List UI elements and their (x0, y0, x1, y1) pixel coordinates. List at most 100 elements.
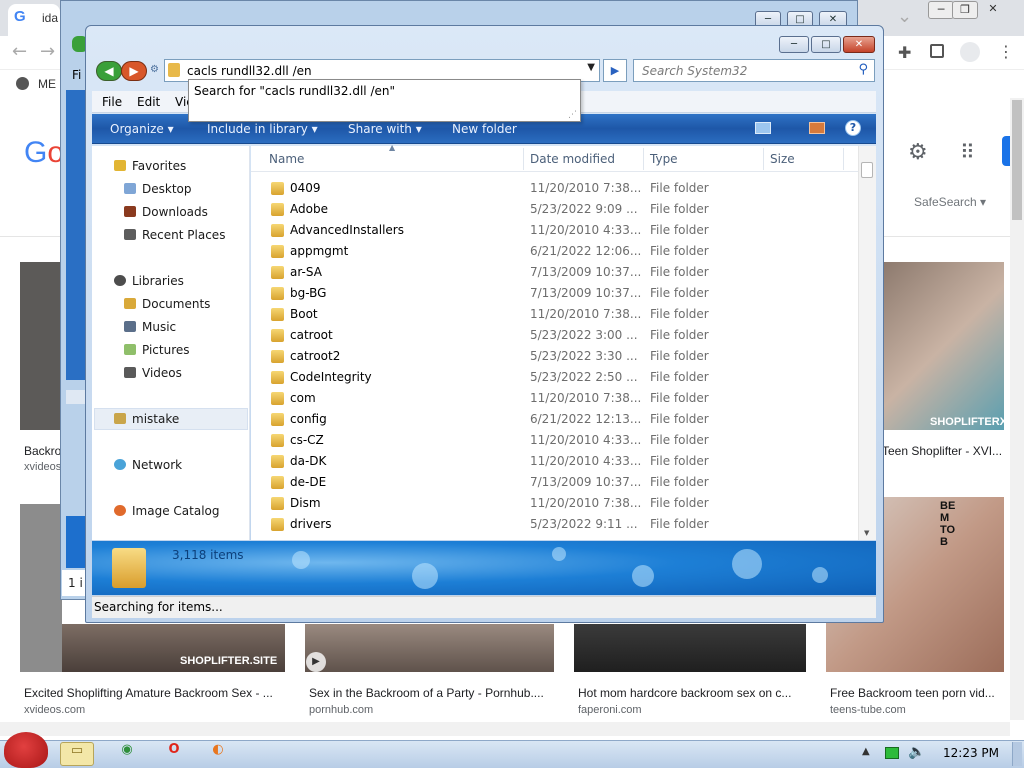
tray-network-icon[interactable] (885, 747, 899, 759)
maximize-button[interactable]: □ (811, 36, 841, 53)
forward-arrow-icon[interactable]: → (40, 41, 55, 62)
browser-maximize-button[interactable]: ❐ (952, 1, 978, 19)
result-caption[interactable]: Hot mom hardcore backroom sex on c... (578, 686, 804, 700)
nav-desktop[interactable]: Desktop (124, 182, 192, 196)
file-row[interactable]: catroot 5/23/2022 3:00 ... File folder (251, 325, 841, 346)
nav-favorites[interactable]: Favorites (114, 159, 186, 173)
file-row[interactable]: Boot 11/20/2010 7:38... File folder (251, 304, 841, 325)
result-thumbnail[interactable] (20, 504, 62, 672)
safesearch-dropdown[interactable]: SafeSearch ▾ (914, 195, 986, 209)
close-button[interactable]: ✕ (843, 36, 875, 53)
nav-mistake[interactable]: mistake (114, 412, 179, 426)
taskbar-firefox-button[interactable]: ◐ (201, 742, 235, 766)
result-caption[interactable]: Teen Shoplifter - XVI... (882, 444, 1004, 458)
sidepanel-icon[interactable] (930, 44, 944, 58)
nav-documents[interactable]: Documents (124, 297, 210, 311)
file-row[interactable]: CodeIntegrity 5/23/2022 2:50 ... File fold… (251, 367, 841, 388)
browser-horizontal-scrollbar[interactable] (0, 722, 1010, 736)
column-separator[interactable] (523, 148, 524, 170)
file-row[interactable]: Adobe 5/23/2022 9:09 ... File folder (251, 199, 841, 220)
file-row[interactable]: de-DE 7/13/2009 10:37... File folder (251, 472, 841, 493)
kebab-menu-icon[interactable]: ⋮ (998, 42, 1014, 61)
file-list-scrollbar[interactable] (858, 146, 876, 540)
file-row[interactable]: drivers 5/23/2022 9:11 ... File folder (251, 514, 841, 535)
tray-chevron-up-icon[interactable]: ▲ (862, 746, 870, 757)
nav-recent-places[interactable]: Recent Places (124, 228, 225, 242)
tray-clock[interactable]: 12:23 PM (943, 746, 999, 760)
organize-button[interactable]: Organize ▾ (110, 122, 174, 136)
nav-downloads[interactable]: Downloads (124, 205, 208, 219)
share-with-button[interactable]: Share with ▾ (348, 122, 422, 136)
recent-pages-icon[interactable]: ⚙ (150, 64, 159, 75)
search-icon[interactable]: ⚲ (858, 62, 868, 77)
go-button[interactable]: ▶ (603, 59, 627, 82)
search-input[interactable] (642, 62, 842, 80)
result-caption[interactable]: Free Backroom teen porn vid... (830, 686, 1004, 700)
show-desktop-button[interactable] (1012, 742, 1022, 766)
apps-grid-icon[interactable]: ⠿ (960, 140, 975, 164)
result-thumbnail[interactable] (20, 262, 62, 430)
browser-scroll-thumb[interactable] (1012, 100, 1022, 220)
result-caption[interactable]: Backro (24, 444, 64, 458)
include-in-library-button[interactable]: Include in library ▾ (207, 122, 318, 136)
play-icon[interactable]: ▶ (306, 652, 326, 672)
column-separator[interactable] (643, 148, 644, 170)
file-row[interactable]: Dism 11/20/2010 7:38... File folder (251, 493, 841, 514)
browser-close-button[interactable]: ✕ (980, 1, 1006, 19)
resize-grip-icon[interactable]: ⋰ (568, 110, 577, 120)
google-logo[interactable]: Go (24, 136, 64, 170)
result-thumbnail[interactable] (574, 624, 806, 672)
start-button[interactable] (4, 732, 48, 768)
nav-network[interactable]: Network (114, 458, 182, 472)
nav-image-catalog[interactable]: Image Catalog (114, 504, 219, 518)
menu-file[interactable]: File (102, 95, 122, 109)
chevron-down-icon[interactable]: ⌄ (897, 6, 912, 27)
result-thumbnail[interactable] (305, 624, 554, 672)
file-row[interactable]: ar-SA 7/13/2009 10:37... File folder (251, 262, 841, 283)
taskbar-explorer-button[interactable]: ▭ (60, 742, 94, 766)
column-type[interactable]: Type (650, 152, 678, 166)
file-row[interactable]: da-DK 11/20/2010 4:33... File folder (251, 451, 841, 472)
tray-speaker-icon[interactable]: 🔈 (908, 744, 925, 760)
address-input[interactable] (187, 62, 577, 80)
file-row[interactable]: 0409 11/20/2010 7:38... File folder (251, 178, 841, 199)
file-list-scroll-thumb[interactable] (861, 162, 873, 178)
column-size[interactable]: Size (770, 152, 795, 166)
nav-pictures[interactable]: Pictures (124, 343, 190, 357)
file-row[interactable]: bg-BG 7/13/2009 10:37... File folder (251, 283, 841, 304)
taskbar-chrome-button[interactable]: ◉ (110, 742, 144, 766)
profile-avatar[interactable] (960, 42, 980, 62)
nav-music[interactable]: Music (124, 320, 176, 334)
file-row[interactable]: com 11/20/2010 7:38... File folder (251, 388, 841, 409)
file-row[interactable]: catroot2 5/23/2022 3:30 ... File folder (251, 346, 841, 367)
bookmark-item[interactable]: ME (38, 77, 56, 91)
result-caption[interactable]: Excited Shoplifting Amature Backroom Sex… (24, 686, 282, 700)
column-separator[interactable] (843, 148, 844, 170)
back-button[interactable]: ◀ (96, 61, 122, 81)
settings-gear-icon[interactable]: ⚙ (908, 140, 928, 165)
view-options-icon[interactable] (755, 122, 771, 134)
menu-edit[interactable]: Edit (137, 95, 160, 109)
nav-videos[interactable]: Videos (124, 366, 182, 380)
sign-in-button[interactable] (1002, 136, 1010, 166)
column-name[interactable]: Name (269, 152, 304, 166)
file-row[interactable]: cs-CZ 11/20/2010 4:33... File folder (251, 430, 841, 451)
forward-button[interactable]: ▶ (121, 61, 147, 81)
file-row[interactable]: AdvancedInstallers 11/20/2010 4:33... File… (251, 220, 841, 241)
result-thumbnail[interactable] (884, 262, 1004, 430)
back-arrow-icon[interactable]: ← (12, 41, 27, 62)
file-row[interactable]: config 6/21/2022 12:13... File folder (251, 409, 841, 430)
preview-pane-icon[interactable] (809, 122, 825, 134)
extensions-icon[interactable]: ✚ (898, 43, 911, 62)
file-row[interactable]: appmgmt 6/21/2022 12:06... File folder (251, 241, 841, 262)
chevron-down-icon[interactable]: ▼ (587, 62, 595, 73)
new-folder-button[interactable]: New folder (452, 122, 517, 136)
result-caption[interactable]: Sex in the Backroom of a Party - Pornhub… (309, 686, 549, 700)
nav-libraries[interactable]: Libraries (114, 274, 184, 288)
search-box[interactable]: ⚲ (633, 59, 875, 82)
search-suggestion-item[interactable]: Search for "cacls rundll32.dll /en" (194, 84, 395, 98)
column-separator[interactable] (763, 148, 764, 170)
scroll-down-icon[interactable]: ▼ (864, 529, 869, 537)
help-icon[interactable]: ? (845, 120, 861, 136)
column-date-modified[interactable]: Date modified (530, 152, 615, 166)
